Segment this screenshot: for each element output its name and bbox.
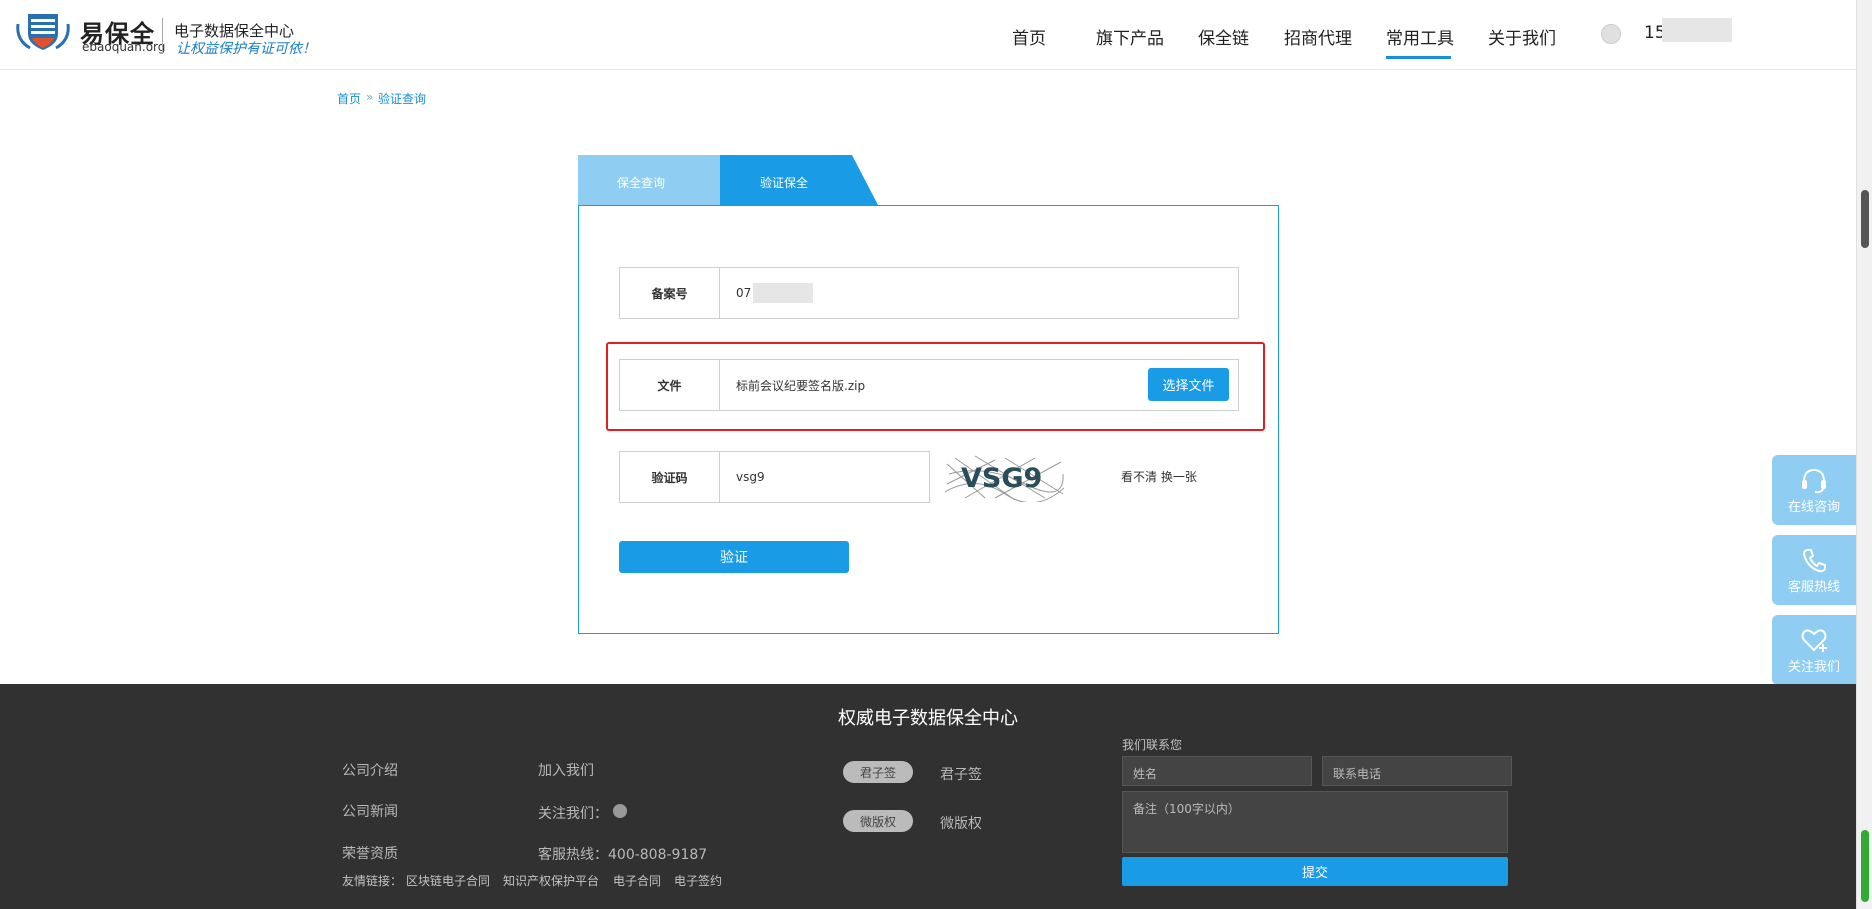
nav-products[interactable]: 旗下产品 [1096,24,1164,49]
record-number-input[interactable]: 07 [720,267,1239,319]
follow-us-button[interactable]: 关注我们 [1772,615,1856,685]
redacted-mask [1662,18,1732,42]
breadcrumb-home[interactable]: 首页 [337,90,361,107]
hotline-button[interactable]: 客服热线 [1772,535,1856,605]
friend-link[interactable]: 电子签约 [674,872,722,889]
heart-icon [1801,628,1827,652]
follow-us-label: 关注我们 [1787,659,1840,675]
captcha-input-value: vsg9 [736,470,765,484]
user-avatar-icon[interactable] [1601,24,1621,44]
contact-submit-button[interactable]: 提交 [1122,857,1508,886]
online-consult-label: 在线咨询 [1787,499,1840,515]
wechat-icon[interactable] [613,804,627,818]
contact-name-input[interactable]: 姓名 [1122,756,1312,786]
footer-link-follow: 关注我们： [538,806,608,822]
record-number-value: 07 [736,286,752,300]
page-scrollbar[interactable] [1856,0,1872,909]
nav-about[interactable]: 关于我们 [1488,24,1556,49]
partner-badge-junziqian[interactable]: 君子签 [843,761,913,783]
nav-agency[interactable]: 招商代理 [1284,24,1352,49]
headset-icon [1802,468,1826,493]
partner-badge-weibanquan[interactable]: 微版权 [843,810,913,832]
partner-name-junziqian[interactable]: 君子签 [940,764,982,784]
footer-hotline: 客服热线：400-808-9187 [538,847,708,863]
footer-title: 权威电子数据保全中心 [838,708,1018,729]
record-number-label: 备案号 [619,267,720,319]
captcha-image[interactable]: VSG9 [944,454,1065,504]
footer-link-company[interactable]: 公司介绍 [342,760,398,780]
logo-slogan: 让权益保护有证可依！ [176,41,316,57]
logo-domain: ebaoquan.org [82,40,166,54]
scrollbar-thumb[interactable] [1861,190,1869,248]
nav-active-indicator [1386,56,1451,59]
partner-name-weibanquan[interactable]: 微版权 [940,813,982,833]
tab-preserve-query[interactable]: 保全查询 [578,155,720,205]
redacted-mask [753,283,814,303]
captcha-input[interactable]: vsg9 [720,451,930,503]
tab-verify-preserve[interactable]: 验证保全 [720,155,878,205]
online-consult-button[interactable]: 在线咨询 [1772,455,1856,525]
breadcrumb-current[interactable]: 验证查询 [378,90,426,107]
file-label: 文件 [619,359,720,411]
nav-home[interactable]: 首页 [1012,24,1046,49]
footer-link-join[interactable]: 加入我们 [538,760,594,780]
logo-divider [162,18,163,54]
contact-phone-input[interactable]: 联系电话 [1322,756,1512,786]
hotline-label: 客服热线 [1787,579,1840,595]
breadcrumb-separator: » [366,90,374,104]
contact-title: 我们联系您 [1122,738,1183,752]
site-header: 易保全 ebaoquan.org 电子数据保全中心 让权益保护有证可依！ 首页 … [0,0,1856,70]
captcha-image-text: VSG9 [961,463,1042,494]
scrollbar-thumb-lower[interactable] [1861,830,1869,902]
refresh-captcha-link[interactable]: 看不清 换一张 [1121,468,1197,485]
contact-note-textarea[interactable]: 备注（100字以内） [1122,791,1508,853]
tab-verify-preserve-label: 验证保全 [760,176,809,190]
nav-chain[interactable]: 保全链 [1198,24,1249,49]
file-name: 标前会议纪要签名版.zip [736,378,866,393]
friend-link[interactable]: 区块链电子合同 [406,872,490,889]
phone-icon [1802,548,1826,572]
logo-emblem-icon[interactable] [14,10,72,52]
captcha-label: 验证码 [619,451,720,503]
friend-link[interactable]: 电子合同 [613,872,661,889]
friend-links-label: 友情链接： [342,874,403,888]
verify-button[interactable]: 验证 [619,541,849,573]
tab-preserve-query-label: 保全查询 [617,176,666,190]
nav-tools[interactable]: 常用工具 [1386,24,1454,49]
choose-file-button[interactable]: 选择文件 [1148,368,1229,401]
footer-link-honors[interactable]: 荣誉资质 [342,843,398,863]
friend-link[interactable]: 知识产权保护平台 [503,872,599,889]
footer-link-news[interactable]: 公司新闻 [342,801,398,821]
